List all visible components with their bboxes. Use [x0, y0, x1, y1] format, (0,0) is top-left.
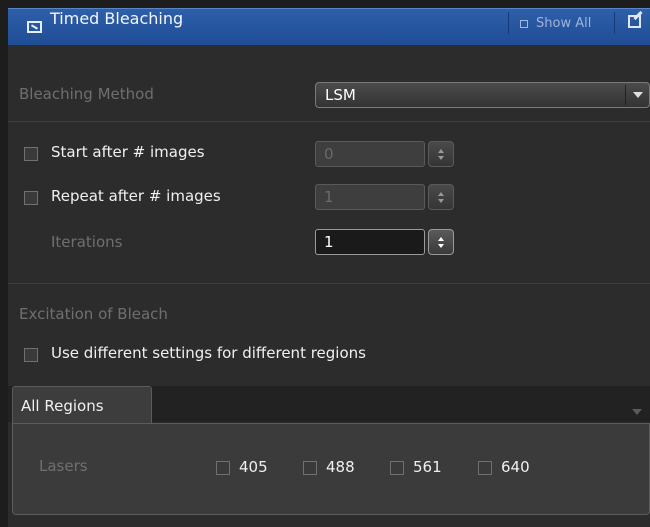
bleaching-method-dropdown[interactable]: LSM: [315, 82, 650, 108]
repeat-after-label: Repeat after # images: [51, 187, 221, 205]
bleaching-method-label: Bleaching Method: [19, 85, 154, 103]
section-divider: [8, 283, 650, 284]
bleaching-method-value: LSM: [325, 86, 356, 104]
iterations-spinner[interactable]: [428, 229, 454, 255]
laser-488-checkbox[interactable]: [303, 461, 317, 475]
lasers-label: Lasers: [39, 457, 88, 475]
iterations-input[interactable]: 1: [315, 229, 425, 255]
show-all-square-icon[interactable]: [520, 20, 528, 28]
laser-561-label: 561: [413, 458, 442, 476]
iterations-label: Iterations: [51, 233, 123, 251]
header-divider: [614, 12, 615, 34]
section-divider: [8, 121, 650, 122]
laser-488-label: 488: [326, 458, 355, 476]
header-divider: [508, 12, 509, 34]
tab-label: All Regions: [21, 397, 104, 415]
laser-561-checkbox[interactable]: [390, 461, 404, 475]
dropdown-separator: [625, 85, 626, 105]
start-after-checkbox[interactable]: [24, 147, 38, 161]
different-settings-checkbox[interactable]: [24, 348, 38, 362]
laser-405-label: 405: [239, 458, 268, 476]
excitation-label: Excitation of Bleach: [19, 305, 168, 323]
edit-icon[interactable]: [628, 15, 641, 28]
panel-title: Timed Bleaching: [50, 9, 184, 28]
laser-640-label: 640: [501, 458, 530, 476]
repeat-after-input[interactable]: 1: [315, 184, 425, 210]
laser-640-checkbox[interactable]: [478, 461, 492, 475]
chevron-down-icon[interactable]: [633, 92, 643, 98]
chevron-down-icon[interactable]: [632, 409, 642, 415]
tab-all-regions[interactable]: All Regions: [12, 386, 152, 424]
repeat-after-spinner[interactable]: [428, 184, 454, 210]
checkbox-icon[interactable]: [27, 21, 42, 33]
laser-405-checkbox[interactable]: [216, 461, 230, 475]
start-after-input[interactable]: 0: [315, 141, 425, 167]
start-after-spinner[interactable]: [428, 141, 454, 167]
start-after-value: 0: [324, 145, 334, 163]
repeat-after-checkbox[interactable]: [24, 191, 38, 205]
different-settings-label: Use different settings for different reg…: [51, 344, 366, 362]
repeat-after-value: 1: [324, 188, 334, 206]
show-all-toggle[interactable]: Show All: [536, 16, 591, 31]
iterations-value: 1: [324, 233, 334, 251]
start-after-label: Start after # images: [51, 143, 205, 161]
